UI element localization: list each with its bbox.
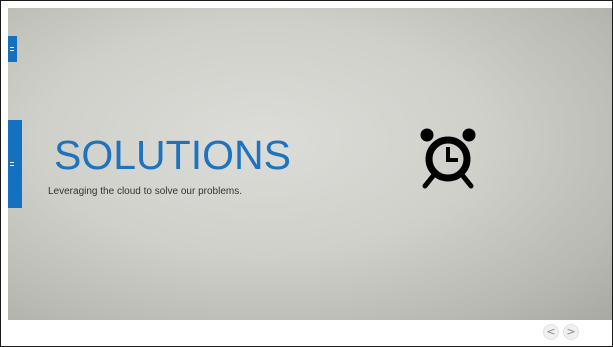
chevron-left-icon: < xyxy=(546,325,556,338)
chevron-right-icon: > xyxy=(566,325,576,338)
slide-navigation-bar: < > xyxy=(8,320,612,346)
next-slide-button[interactable]: > xyxy=(563,324,579,340)
accent-bar-small xyxy=(8,36,17,62)
accent-mark-icon xyxy=(10,162,14,166)
accent-bar-large xyxy=(8,120,22,208)
alarm-clock-icon xyxy=(420,128,476,189)
slide-title: SOLUTIONS xyxy=(54,132,291,178)
previous-slide-button[interactable]: < xyxy=(543,324,559,340)
presentation-frame: SOLUTIONS Leveraging the cloud to solve … xyxy=(0,0,613,347)
slide: SOLUTIONS Leveraging the cloud to solve … xyxy=(8,8,612,320)
accent-mark-icon xyxy=(10,47,14,51)
slide-subtitle: Leveraging the cloud to solve our proble… xyxy=(48,186,243,197)
